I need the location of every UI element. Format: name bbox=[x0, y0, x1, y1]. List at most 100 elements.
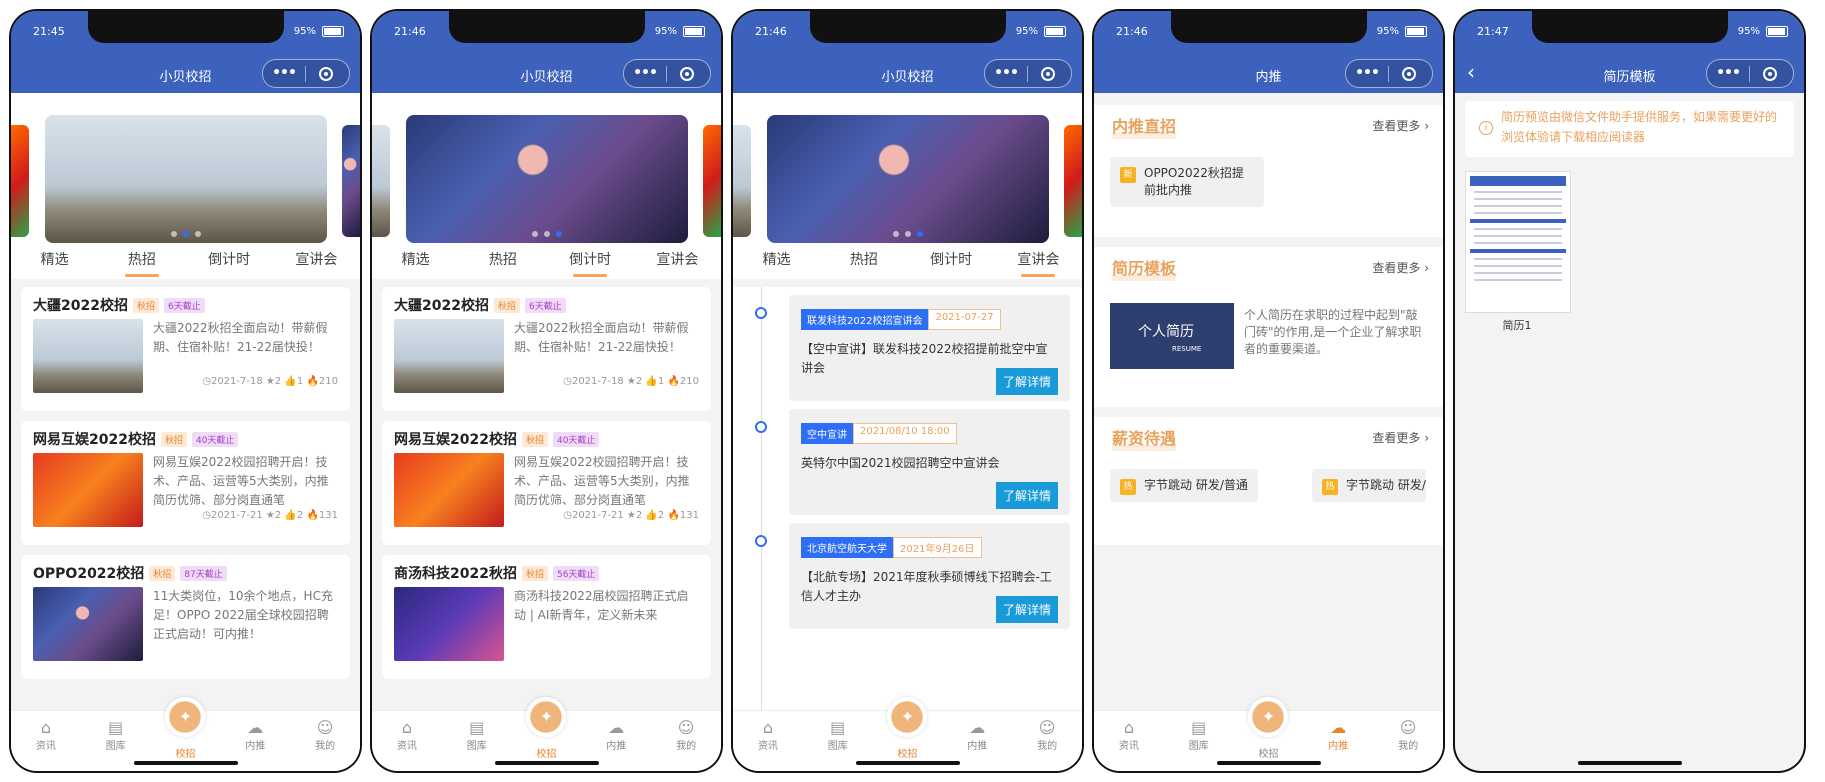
event-title: 英特尔中国2021校园招聘空中宣讲会 bbox=[801, 456, 1000, 470]
more-icon[interactable]: ••• bbox=[985, 60, 1027, 87]
tab-countdown[interactable]: 倒计时 bbox=[186, 243, 273, 279]
leaf-icon: ✦ bbox=[887, 697, 928, 737]
more-icon[interactable]: ••• bbox=[1346, 60, 1388, 87]
tab-mine[interactable]: ☺ 我的 bbox=[290, 711, 360, 771]
event-organizer: 联发科技2022校招宣讲会 bbox=[801, 309, 929, 330]
seminar-timeline: 联发科技2022校招宣讲会 2021-07-27 【空中宣讲】联发科技2022校招… bbox=[733, 287, 1082, 711]
more-icon[interactable]: ••• bbox=[263, 60, 305, 87]
battery-percent: 95% bbox=[1737, 26, 1760, 37]
salary-chip[interactable]: 热字节跳动 研发/SP bbox=[1312, 469, 1426, 502]
close-icon[interactable] bbox=[680, 66, 694, 81]
tab-countdown[interactable]: 倒计时 bbox=[908, 243, 995, 279]
nav-bar: 内推 ••• bbox=[1094, 53, 1443, 93]
home-icon: ⌂ bbox=[401, 718, 412, 737]
screen: 21:45 95% 小贝校招 ••• 精选 热招 倒计时 宣讲会 大疆2022校… bbox=[11, 11, 360, 771]
banner-image[interactable] bbox=[767, 115, 1049, 243]
seminar-event[interactable]: 联发科技2022校招宣讲会 2021-07-27 【空中宣讲】联发科技2022校招… bbox=[755, 295, 1070, 401]
banner-image[interactable] bbox=[45, 115, 327, 243]
tab-news[interactable]: ⌂ 资讯 bbox=[733, 711, 803, 771]
salary-chip[interactable]: 热字节跳动 研发/普通 bbox=[1110, 469, 1258, 502]
preview-notice: i 简历预览由微信文件助手提供服务，如果需要更好的浏览体验请下载相应阅读器 bbox=[1465, 101, 1794, 157]
job-type-badge: 秋招 bbox=[521, 431, 548, 447]
seminar-event[interactable]: 空中宣讲 2021/08/10 18:00 英特尔中国2021校园招聘空中宣讲会 … bbox=[755, 409, 1070, 515]
close-icon[interactable] bbox=[319, 66, 333, 81]
close-icon[interactable] bbox=[1402, 66, 1416, 81]
home-icon: ⌂ bbox=[40, 718, 51, 737]
nav-bar: 小贝校招 ••• bbox=[372, 53, 721, 93]
event-date: 2021/08/10 18:00 bbox=[853, 423, 957, 444]
see-more-link[interactable]: 查看更多 › bbox=[1372, 429, 1429, 446]
tab-mine[interactable]: ☺ 我的 bbox=[1012, 711, 1082, 771]
deadline-badge: 87天截止 bbox=[180, 565, 227, 581]
see-more-link[interactable]: 查看更多 › bbox=[1372, 117, 1429, 134]
hot-icon: 热 bbox=[1322, 479, 1338, 495]
tab-seminar[interactable]: 宣讲会 bbox=[273, 243, 360, 279]
close-icon[interactable] bbox=[1763, 66, 1777, 81]
deadline-badge: 40天截止 bbox=[191, 431, 239, 447]
battery-icon bbox=[1044, 26, 1066, 37]
more-icon[interactable]: ••• bbox=[1707, 60, 1749, 87]
category-tabs: 精选 热招 倒计时 宣讲会 bbox=[11, 243, 360, 279]
job-card[interactable]: 商汤科技2022秋招 秋招 56天截止 商汤科技2022届校园招聘正式启动 | AI… bbox=[382, 555, 711, 679]
tab-mine[interactable]: ☺ 我的 bbox=[651, 711, 721, 771]
job-type-badge: 秋招 bbox=[149, 565, 176, 581]
mini-program-capsule: ••• bbox=[1345, 59, 1433, 88]
job-card[interactable]: 大疆2022校招 秋招 6天截止 大疆2022秋招全面启动！带薪假期、住宿补贴！21… bbox=[21, 287, 350, 411]
user-icon: ☺ bbox=[316, 718, 334, 737]
nav-bar: 小贝校招 ••• bbox=[11, 53, 360, 93]
tab-seminar[interactable]: 宣讲会 bbox=[995, 243, 1082, 279]
referral-chip[interactable]: 新 OPPO2022秋招提前批内推 bbox=[1110, 157, 1264, 207]
job-description: 11大类岗位，10余个地点，HC充足！OPPO 2022届全球校园招聘正式启动！… bbox=[153, 589, 333, 641]
see-more-link[interactable]: 查看更多 › bbox=[1372, 259, 1429, 276]
job-card[interactable]: 网易互娱2022校招 秋招 40天截止 网易互娱2022校园招聘开启！技术、产品、运… bbox=[21, 421, 350, 545]
job-meta: ◷2021-7-21 ★2 👍2 🔥131 bbox=[202, 510, 338, 521]
new-icon: 新 bbox=[1120, 167, 1136, 183]
job-card[interactable]: OPPO2022校招 秋招 87天截止 11大类岗位，10余个地点，HC充足！OPP… bbox=[21, 555, 350, 679]
banner-carousel[interactable] bbox=[11, 93, 360, 243]
tab-news[interactable]: ⌂ 资讯 bbox=[11, 711, 81, 771]
resume-thumbnail[interactable] bbox=[1465, 171, 1571, 313]
phone-5: 21:47 95% ‹ 简历模板 ••• i 简历预览由微信文件助手提供服务，如… bbox=[1453, 9, 1806, 773]
more-icon[interactable]: ••• bbox=[624, 60, 666, 87]
job-card[interactable]: 大疆2022校招 秋招 6天截止 大疆2022秋招全面启动！带薪假期、住宿补贴！21… bbox=[382, 287, 711, 411]
job-meta: ◷2021-7-18 ★2 👍1 🔥210 bbox=[563, 376, 699, 387]
details-button[interactable]: 了解详情 bbox=[995, 596, 1058, 623]
tab-hot[interactable]: 热招 bbox=[820, 243, 907, 279]
battery-percent: 95% bbox=[654, 26, 677, 37]
tab-mine[interactable]: ☺ 我的 bbox=[1373, 711, 1443, 771]
job-title: OPPO2022校招 bbox=[33, 566, 145, 582]
job-card[interactable]: 网易互娱2022校招 秋招 40天截止 网易互娱2022校园招聘开启！技术、产品、运… bbox=[382, 421, 711, 545]
cloud-icon: ☁ bbox=[1330, 718, 1347, 737]
job-description: 网易互娱2022校园招聘开启！技术、产品、运营等5大类别，内推简历优筛、部分岗直… bbox=[153, 455, 329, 507]
leaf-icon: ✦ bbox=[165, 697, 206, 737]
template-description: 个人简历在求职的过程中起到"敲门砖"的作用,是一个企业了解求职者的重要渠道。 bbox=[1244, 308, 1422, 356]
job-thumbnail bbox=[394, 319, 504, 393]
details-button[interactable]: 了解详情 bbox=[995, 368, 1058, 395]
job-title: 大疆2022校招 bbox=[394, 298, 489, 314]
tab-featured[interactable]: 精选 bbox=[372, 243, 459, 279]
carousel-indicator bbox=[767, 231, 1049, 237]
close-icon[interactable] bbox=[1041, 66, 1055, 81]
banner-carousel[interactable] bbox=[372, 93, 721, 243]
phone-4: 21:46 95% 内推 ••• 内推直招 查看更多 › 新 OPPO2022秋招… bbox=[1092, 9, 1445, 773]
details-button[interactable]: 了解详情 bbox=[995, 482, 1058, 509]
tab-countdown[interactable]: 倒计时 bbox=[547, 243, 634, 279]
tab-news[interactable]: ⌂ 资讯 bbox=[1094, 711, 1164, 771]
banner-image[interactable] bbox=[406, 115, 688, 243]
screen: 21:46 95% 小贝校招 ••• 精选 热招 倒计时 宣讲会 联发科技202… bbox=[733, 11, 1082, 771]
resume-template-image[interactable]: 个人简历 RESUME bbox=[1110, 303, 1234, 369]
tab-seminar[interactable]: 宣讲会 bbox=[634, 243, 721, 279]
tab-hot[interactable]: 热招 bbox=[459, 243, 546, 279]
tab-featured[interactable]: 精选 bbox=[11, 243, 98, 279]
banner-carousel[interactable] bbox=[733, 93, 1082, 243]
timeline-dot bbox=[755, 535, 767, 547]
deadline-badge: 6天截止 bbox=[163, 297, 205, 313]
seminar-event[interactable]: 北京航空航天大学 2021年9月26日 【北航专场】2021年度秋季硕博线下招聘会… bbox=[755, 523, 1070, 629]
tab-featured[interactable]: 精选 bbox=[733, 243, 820, 279]
tab-hot[interactable]: 热招 bbox=[98, 243, 185, 279]
phone-1: 21:45 95% 小贝校招 ••• 精选 热招 倒计时 宣讲会 大疆2022校… bbox=[9, 9, 362, 773]
battery-icon bbox=[322, 26, 344, 37]
cloud-icon: ☁ bbox=[247, 718, 264, 737]
tab-news[interactable]: ⌂ 资讯 bbox=[372, 711, 442, 771]
deadline-badge: 6天截止 bbox=[524, 297, 566, 313]
